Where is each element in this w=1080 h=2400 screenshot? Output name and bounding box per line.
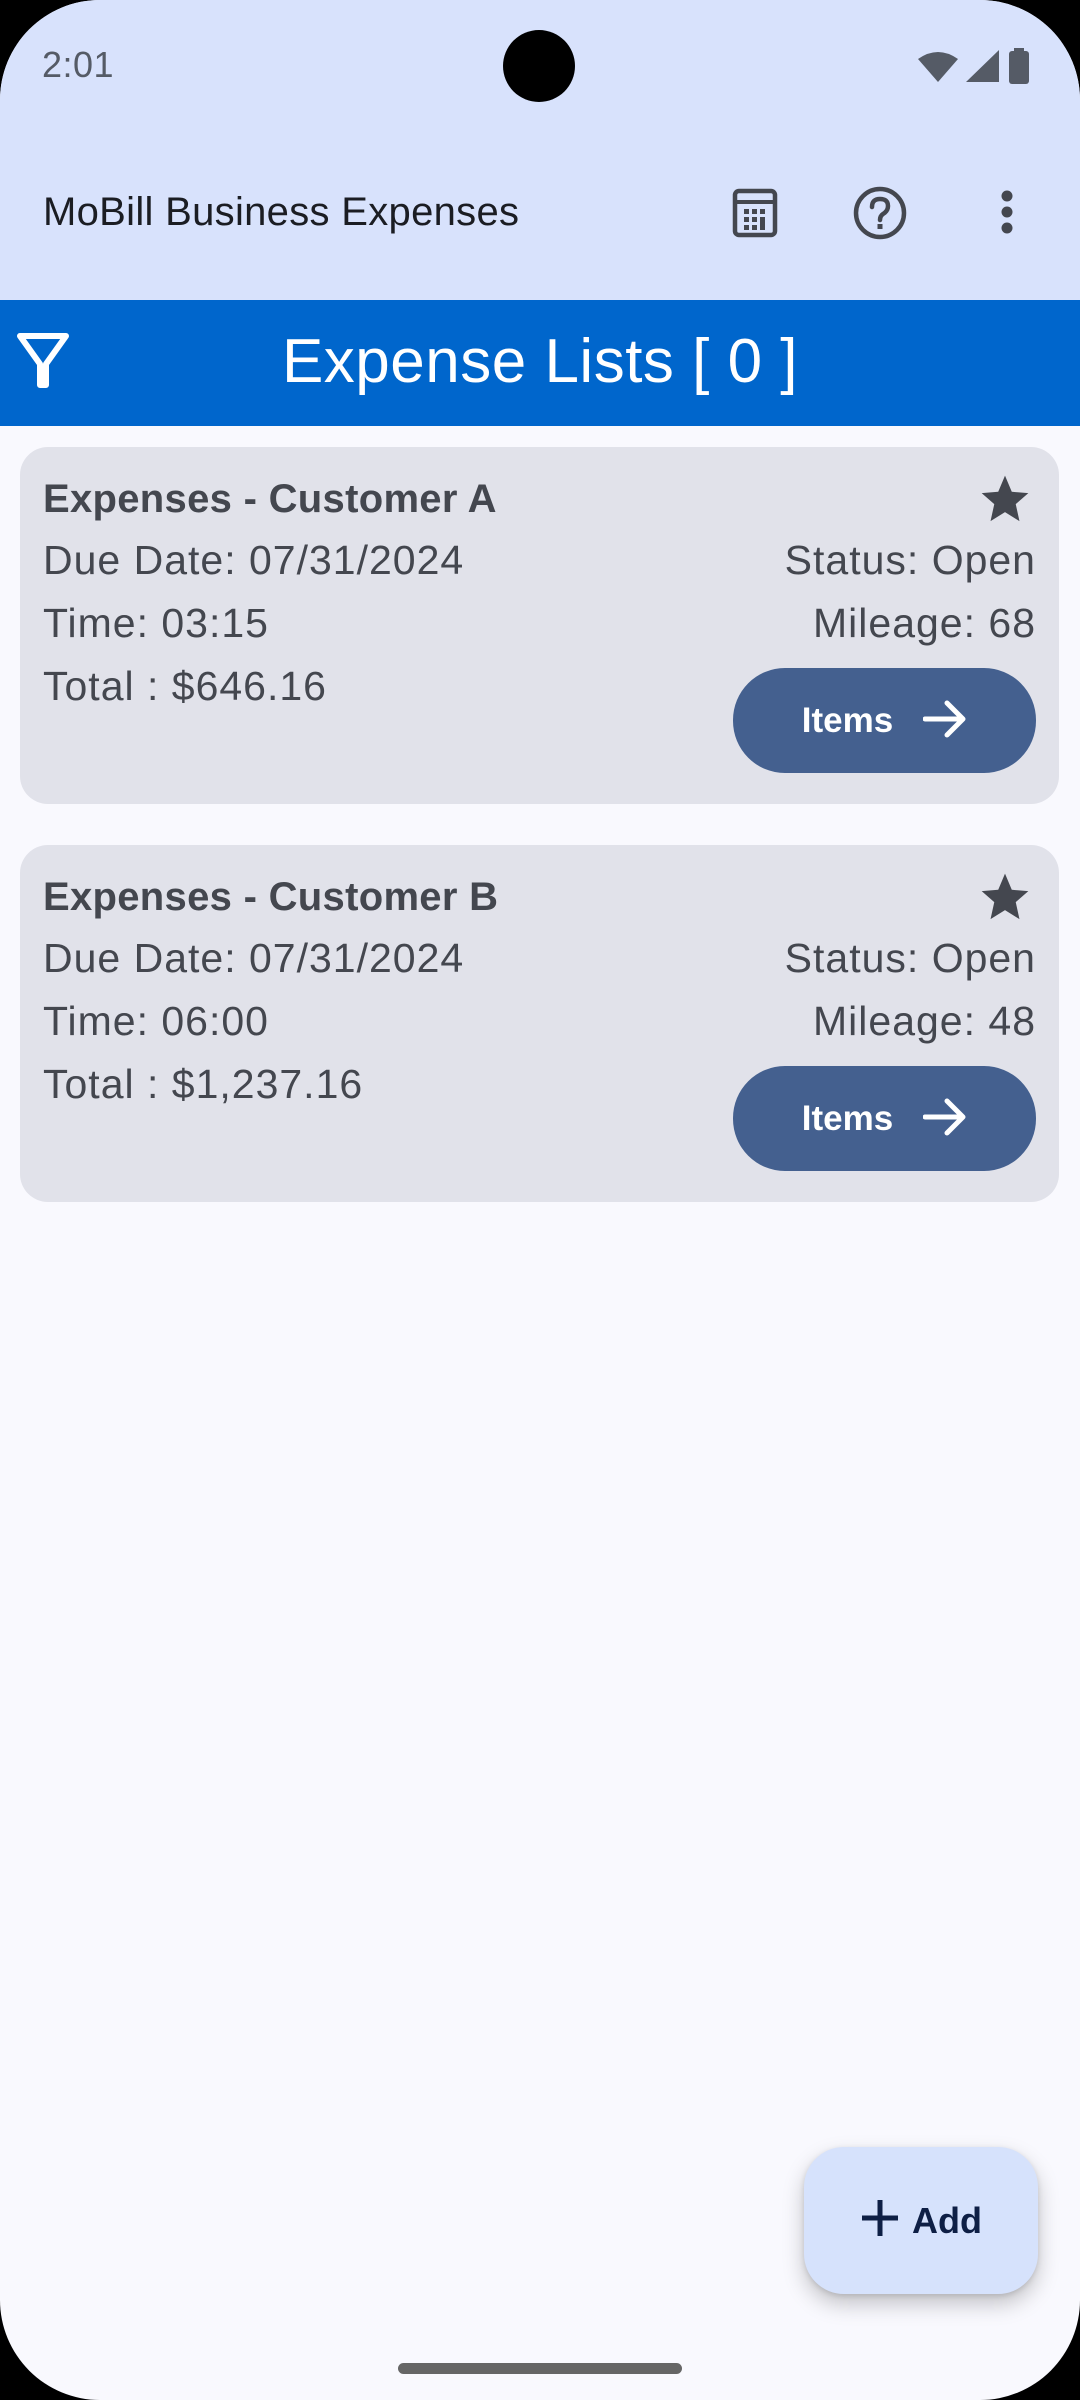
mileage: Mileage: 48 bbox=[813, 998, 1036, 1044]
top-app-area: 2:01 MoBill Business Expenses bbox=[0, 0, 1080, 300]
add-button-label: Add bbox=[912, 2199, 982, 2241]
due-date: Due Date: 07/31/2024 bbox=[43, 935, 465, 981]
status: Status: Open bbox=[784, 537, 1036, 583]
items-button[interactable]: Items bbox=[733, 668, 1036, 773]
due-date: Due Date: 07/31/2024 bbox=[43, 537, 465, 583]
status-time: 2:01 bbox=[42, 44, 115, 85]
star-icon[interactable] bbox=[977, 471, 1033, 527]
items-button-label: Items bbox=[801, 700, 894, 740]
arrow-right-icon bbox=[922, 1097, 967, 1140]
total: Total : $646.16 bbox=[43, 663, 327, 709]
wifi-icon bbox=[918, 49, 958, 83]
expense-list-card[interactable]: Expenses - Customer A Due Date: 07/31/20… bbox=[20, 447, 1059, 804]
calculator-icon bbox=[732, 188, 778, 243]
expense-list-card[interactable]: Expenses - Customer B Due Date: 07/31/20… bbox=[20, 845, 1059, 1202]
time: Time: 06:00 bbox=[43, 998, 269, 1044]
arrow-right-icon bbox=[922, 699, 967, 742]
expense-list-title: Expenses - Customer B bbox=[43, 875, 499, 919]
app-title: MoBill Business Expenses bbox=[43, 190, 520, 234]
total: Total : $1,237.16 bbox=[43, 1061, 364, 1107]
help-button[interactable] bbox=[845, 180, 915, 250]
list-title: Expense Lists [ 0 ] bbox=[281, 327, 799, 396]
battery-icon bbox=[1008, 48, 1030, 84]
navigation-handle[interactable] bbox=[398, 2363, 682, 2374]
camera-cutout bbox=[503, 30, 575, 102]
time: Time: 03:15 bbox=[43, 600, 269, 646]
calculator-button[interactable] bbox=[720, 180, 790, 250]
status-icons bbox=[918, 48, 1030, 84]
more-options-button[interactable] bbox=[972, 180, 1042, 250]
status: Status: Open bbox=[784, 935, 1036, 981]
items-button[interactable]: Items bbox=[733, 1066, 1036, 1171]
star-icon[interactable] bbox=[977, 869, 1033, 925]
cell-signal-icon bbox=[966, 49, 1000, 83]
help-circle-icon bbox=[853, 186, 907, 245]
screen: 2:01 MoBill Business Expenses Expense Li… bbox=[0, 0, 1080, 2400]
more-vert-icon bbox=[1000, 189, 1014, 242]
add-button[interactable]: Add bbox=[804, 2147, 1038, 2294]
plus-icon bbox=[860, 2198, 900, 2243]
list-header: Expense Lists [ 0 ] bbox=[0, 300, 1080, 426]
expense-list-title: Expenses - Customer A bbox=[43, 477, 497, 521]
items-button-label: Items bbox=[801, 1098, 894, 1138]
mileage: Mileage: 68 bbox=[813, 600, 1036, 646]
